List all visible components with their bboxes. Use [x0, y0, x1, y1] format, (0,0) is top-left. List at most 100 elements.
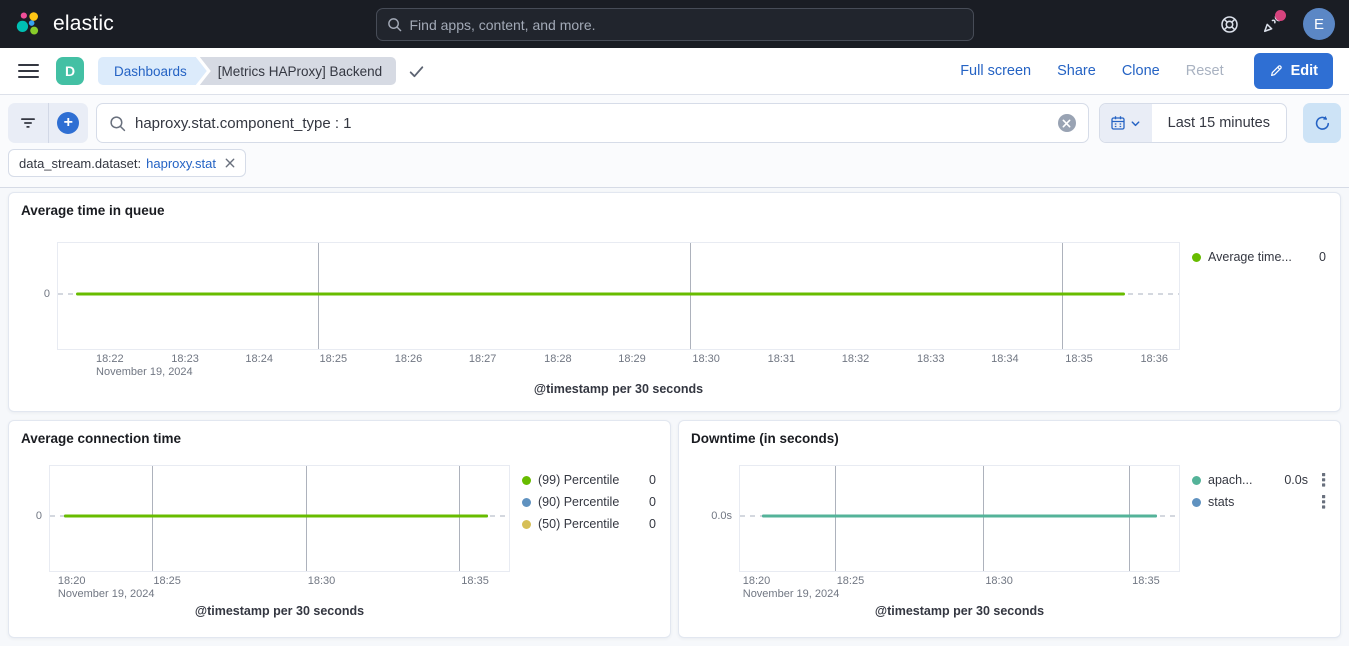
gridline — [318, 243, 319, 349]
kql-query-bar — [96, 103, 1089, 143]
remove-filter-icon[interactable] — [225, 158, 235, 168]
dashboard-header: D Dashboards [Metrics HAProxy] Backend F… — [0, 48, 1349, 95]
y-axis-spacer — [691, 465, 739, 618]
query-bar-section: + Last 15 minutes — [0, 95, 1349, 188]
x-axis-date-label: November 19, 2024 — [58, 588, 155, 600]
legend-item[interactable]: Average time... 0 — [1192, 246, 1326, 268]
x-tick-label: 18:27 — [469, 353, 497, 365]
chart-legend: (99) Percentile0(90) Percentile0(50) Per… — [510, 465, 658, 618]
legend-label: (90) Percentile — [538, 495, 619, 509]
clear-query-button[interactable] — [1058, 114, 1076, 132]
panel-average-time-in-queue: Average time in queue 0 18:2218:2318:241… — [8, 192, 1341, 412]
x-tick-label: 18:25 — [837, 575, 865, 587]
refresh-icon — [1314, 115, 1331, 132]
search-icon — [387, 17, 402, 32]
x-tick-label: 18:24 — [245, 353, 273, 365]
saved-query-menu-button[interactable] — [8, 103, 49, 143]
chevron-down-icon — [1130, 118, 1141, 129]
x-tick-label: 18:32 — [842, 353, 870, 365]
chart-plot-area: 0 — [57, 242, 1180, 350]
x-tick-label: 18:35 — [1132, 575, 1160, 587]
breadcrumb-current-dashboard[interactable]: [Metrics HAProxy] Backend — [198, 57, 396, 85]
legend-value: 0 — [649, 517, 656, 531]
refresh-button[interactable] — [1303, 103, 1341, 143]
x-tick-label: 18:30 — [985, 575, 1013, 587]
elastic-logo[interactable]: elastic — [14, 9, 114, 39]
chart-plot-area: 0 — [49, 465, 510, 572]
x-tick-label: 18:26 — [395, 353, 423, 365]
legend-item-menu-icon[interactable] — [1322, 495, 1326, 509]
clone-button[interactable]: Clone — [1122, 63, 1160, 79]
brand-name: elastic — [53, 12, 114, 36]
panel-title[interactable]: Average time in queue — [21, 203, 1328, 218]
x-tick-label: 18:25 — [153, 575, 181, 587]
gridline — [1062, 243, 1063, 349]
series-line — [64, 515, 488, 518]
x-axis-title: @timestamp per 30 seconds — [49, 604, 510, 618]
gridline — [690, 243, 691, 349]
time-picker-quick-menu-button[interactable] — [1100, 104, 1152, 142]
legend-color-dot — [1192, 498, 1201, 507]
global-top-bar: elastic E — [0, 0, 1349, 48]
gridline — [152, 466, 153, 571]
menu-button[interactable] — [16, 59, 40, 83]
panel-average-connection-time: Average connection time 0 18:2018:2518:3… — [8, 420, 671, 638]
x-axis-date-label: November 19, 2024 — [743, 588, 840, 600]
legend-color-dot — [522, 476, 531, 485]
legend-label: Average time... — [1208, 250, 1292, 264]
filter-icon — [20, 115, 36, 131]
legend-item[interactable]: apach... 0.0s — [1192, 469, 1326, 491]
global-search-box[interactable] — [376, 8, 974, 41]
panel-title[interactable]: Average connection time — [21, 431, 658, 446]
kql-query-input[interactable] — [135, 115, 1049, 132]
news-feed-button[interactable] — [1261, 14, 1281, 34]
add-filter-button[interactable]: + — [49, 103, 89, 143]
edit-button[interactable]: Edit — [1254, 53, 1333, 89]
filter-controls: + — [8, 103, 88, 143]
panel-title[interactable]: Downtime (in seconds) — [691, 431, 1328, 446]
breadcrumb-dashboards[interactable]: Dashboards — [98, 57, 207, 85]
time-range-display[interactable]: Last 15 minutes — [1152, 104, 1286, 142]
space-avatar[interactable]: D — [56, 57, 84, 85]
hamburger-icon — [18, 63, 39, 79]
x-tick-label: 18:23 — [171, 353, 199, 365]
pencil-icon — [1269, 64, 1283, 78]
search-icon — [109, 115, 126, 132]
x-axis: 18:2018:2518:3018:35November 19, 2024 — [739, 572, 1180, 604]
legend-item[interactable]: (50) Percentile 0 — [522, 513, 656, 535]
legend-item[interactable]: (90) Percentile 0 — [522, 491, 656, 513]
legend-item-menu-icon[interactable] — [1322, 473, 1326, 487]
user-avatar[interactable]: E — [1303, 8, 1335, 40]
legend-item[interactable]: stats — [1192, 491, 1326, 513]
panel-downtime-in-seconds: Downtime (in seconds) 0.0s 18:2018:2518:… — [678, 420, 1341, 638]
legend-item[interactable]: (99) Percentile0 — [522, 469, 656, 491]
help-button[interactable] — [1219, 14, 1239, 34]
notification-badge — [1275, 10, 1286, 21]
legend-label: (50) Percentile — [538, 517, 619, 531]
legend-label: apach... — [1208, 473, 1252, 487]
x-axis-date-label: November 19, 2024 — [96, 366, 193, 378]
gridline — [459, 466, 460, 571]
y-axis-spacer — [21, 465, 49, 618]
legend-color-dot — [522, 520, 531, 529]
global-search-input[interactable] — [410, 17, 963, 33]
full-screen-button[interactable]: Full screen — [960, 63, 1031, 79]
legend-label: stats — [1208, 495, 1234, 509]
filter-pill[interactable]: data_stream.dataset: haproxy.stat — [8, 149, 246, 177]
dashboard-grid: Average time in queue 0 18:2218:2318:241… — [0, 188, 1349, 646]
y-axis-label: 0.0s — [711, 510, 732, 522]
legend-label: (99) Percentile — [538, 473, 619, 487]
share-button[interactable]: Share — [1057, 63, 1096, 79]
saved-check-icon[interactable] — [408, 63, 425, 80]
legend-value: 0 — [649, 495, 656, 509]
x-tick-label: 18:36 — [1140, 353, 1168, 365]
legend-color-dot — [522, 498, 531, 507]
x-tick-label: 18:20 — [58, 575, 86, 587]
x-tick-label: 18:29 — [618, 353, 646, 365]
chart-legend: apach... 0.0s stats — [1180, 465, 1328, 618]
legend-value: 0 — [1319, 250, 1326, 264]
filter-pill-value: haproxy.stat — [146, 156, 216, 171]
y-axis-spacer — [21, 242, 57, 396]
gridline — [835, 466, 836, 571]
legend-value: 0.0s — [1284, 473, 1308, 487]
